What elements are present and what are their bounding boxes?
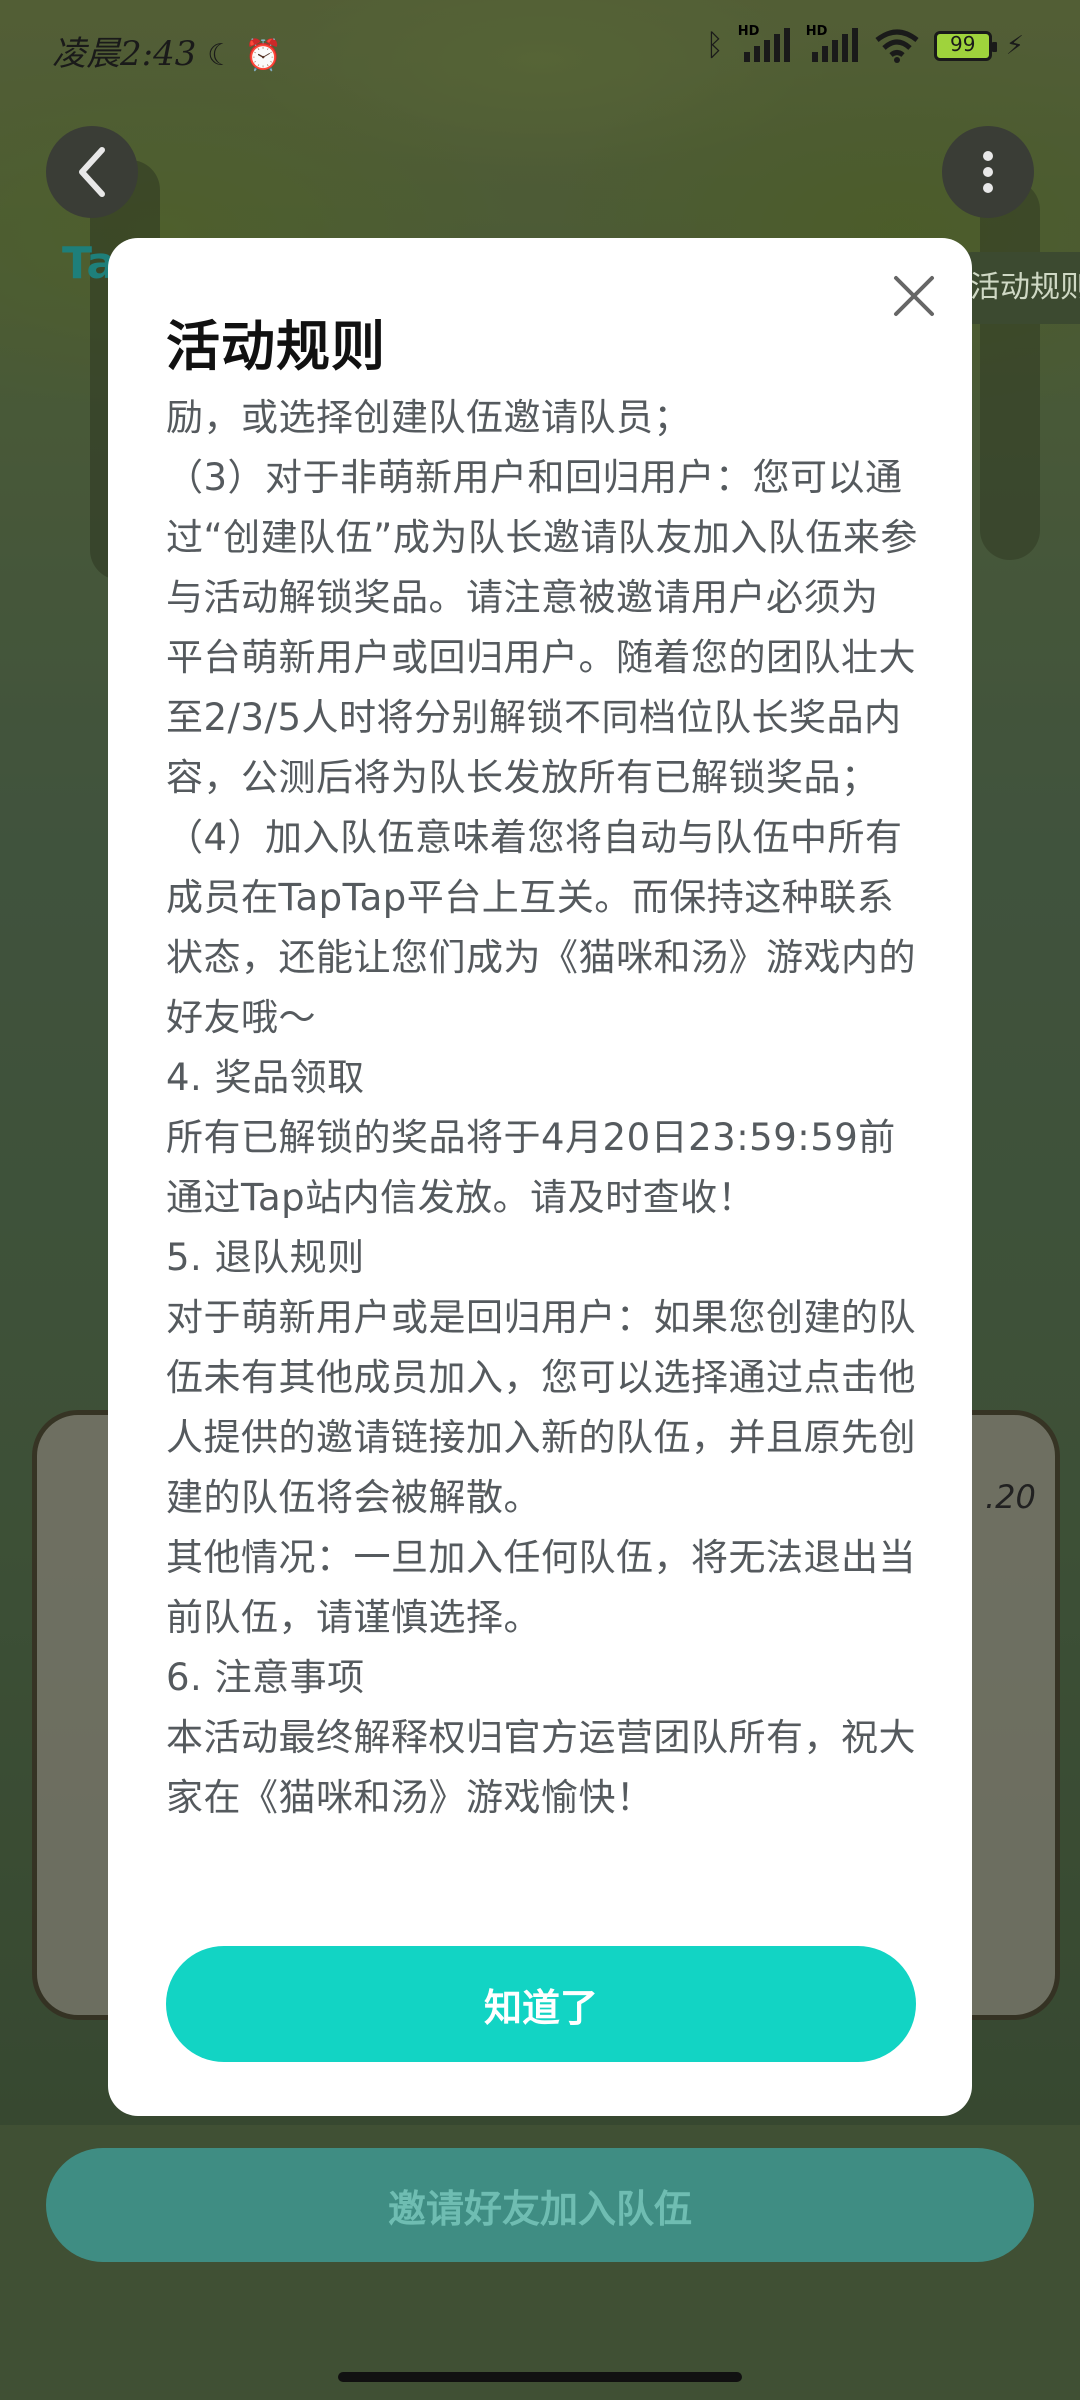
rules-section-heading: 5. 退队规则: [166, 1236, 365, 1279]
battery-indicator: 99: [933, 31, 997, 61]
invite-friends-button[interactable]: 邀请好友加入队伍: [46, 2148, 1034, 2262]
rules-paragraph: 对于萌新用户或是回归用户：如果您创建的队伍未有其他成员加入，您可以选择通过点击他…: [166, 1296, 916, 1519]
home-indicator[interactable]: [338, 2372, 742, 2382]
alarm-icon: ⏰: [244, 38, 283, 73]
signal-bars-icon: [743, 28, 790, 62]
got-it-button[interactable]: 知道了: [166, 1946, 916, 2062]
rules-paragraph: （3）对于非萌新用户和回归用户：您可以通过“创建队伍”成为队长邀请队友加入队伍来…: [166, 456, 918, 799]
status-time: 凌晨2:43 ☾ ⏰: [52, 26, 282, 75]
chevron-left-icon: [79, 147, 105, 197]
rules-modal: 活动规则 励，或选择创建队伍邀请队员； （3）对于非萌新用户和回归用户：您可以通…: [108, 238, 972, 2116]
rules-section-heading: 6. 注意事项: [166, 1656, 365, 1699]
bluetooth-icon: ᛒ: [705, 28, 724, 63]
rules-paragraph: 所有已解锁的奖品将于4月20日23:59:59前通过Tap站内信发放。请及时查收…: [166, 1116, 896, 1219]
modal-body[interactable]: 励，或选择创建队伍邀请队员； （3）对于非萌新用户和回归用户：您可以通过“创建队…: [166, 388, 926, 2123]
battery-level: 99: [950, 32, 976, 56]
signal-bars-icon: [811, 28, 858, 62]
rules-section-heading: 4. 奖品领取: [166, 1056, 365, 1099]
more-button[interactable]: [942, 126, 1034, 218]
status-time-text: 凌晨2:43: [52, 34, 197, 74]
rules-paragraph: 励，或选择创建队伍邀请队员；: [166, 396, 691, 439]
bolt-icon: ⚡: [1005, 31, 1024, 61]
back-button[interactable]: [46, 126, 138, 218]
rules-paragraph: 其他情况：一旦加入任何队伍，将无法退出当前队伍，请谨慎选择。: [166, 1536, 916, 1639]
wifi-icon: [875, 29, 919, 63]
more-vertical-icon: [983, 151, 993, 193]
rules-paragraph: （4）加入队伍意味着您将自动与队伍中所有成员在TapTap平台上互关。而保持这种…: [166, 816, 916, 1039]
modal-title: 活动规则: [166, 315, 386, 378]
status-icons: ᛒ HD HD 99 ⚡: [705, 24, 1024, 64]
status-bar: 凌晨2:43 ☾ ⏰ ᛒ HD HD 99 ⚡: [0, 0, 1080, 96]
signal-2: HD: [806, 24, 860, 64]
moon-icon: ☾: [207, 38, 235, 73]
rules-paragraph: 本活动最终解释权归官方运营团队所有，祝大家在《猫咪和汤》游戏愉快！: [166, 1716, 916, 1819]
close-icon[interactable]: [886, 268, 942, 324]
signal-1: HD: [738, 24, 792, 64]
rules-tab[interactable]: 活动规则: [962, 252, 1080, 324]
